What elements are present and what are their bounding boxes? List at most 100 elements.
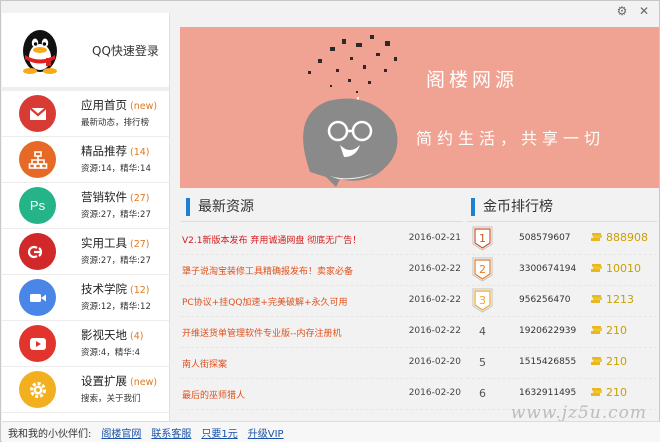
- rank-number: 2: [479, 263, 486, 276]
- footer-link-support[interactable]: 联系客服: [151, 425, 191, 440]
- rank-number: 1: [479, 232, 486, 245]
- rank-number: 6: [479, 387, 486, 400]
- nav-subtitle: 资源:14，精华:14: [81, 163, 151, 174]
- nav-subtitle: 资源:4，精华:4: [81, 347, 141, 358]
- video-icon: [19, 279, 56, 316]
- nav-title: 技术学院: [81, 281, 127, 296]
- nav-subtitle: 资源:12，精华:12: [81, 301, 151, 312]
- rank-score: 10010: [606, 262, 641, 275]
- rank-score: 210: [606, 386, 627, 399]
- nav-item-academy[interactable]: 技术学院 (12) 资源:12，精华:12: [2, 275, 169, 321]
- app-window: ⚙ ✕ QQ快速登录 应用首页 (new) 最新动态，排行榜 精品推荐 (14)…: [0, 0, 660, 442]
- resource-date: 2016-02-20: [408, 388, 461, 398]
- coin-icon: [591, 357, 602, 365]
- resource-title[interactable]: 南人街探案: [182, 357, 227, 370]
- gear-icon: [19, 371, 56, 408]
- resource-date: 2016-02-20: [408, 357, 461, 367]
- footer-link-one-yuan[interactable]: 只要1元: [201, 425, 237, 440]
- resources-heading: 最新资源: [186, 198, 254, 216]
- rank-row: 4 1920622939 210: [467, 317, 657, 348]
- close-icon[interactable]: ✕: [637, 5, 651, 17]
- ranking-divider: [467, 221, 657, 222]
- watermark: www.jz5u.com: [510, 403, 647, 423]
- nav-item-movies[interactable]: 影视天地 (4) 资源:4，精华:4: [2, 321, 169, 367]
- nav-title: 营销软件: [81, 189, 127, 204]
- resource-row[interactable]: 犟子说淘宝装修工具精确报发布！卖家必备 2016-02-22: [181, 255, 463, 286]
- rank-row: 1 508579607 888908: [467, 224, 657, 255]
- qq-login-label: QQ快速登录: [92, 43, 159, 58]
- banner-title: 阁楼网源: [426, 69, 519, 91]
- resource-date: 2016-02-22: [408, 295, 461, 305]
- nav-item-tools[interactable]: 实用工具 (27) 资源:27，精华:27: [2, 229, 169, 275]
- qq-login-button[interactable]: QQ快速登录: [2, 13, 169, 91]
- sidebar: QQ快速登录 应用首页 (new) 最新动态，排行榜 精品推荐 (14) 资源:14…: [2, 13, 170, 421]
- rank-user-id: 1920622939: [519, 326, 577, 336]
- nav-title: 应用首页: [81, 97, 127, 112]
- footer-link-vip[interactable]: 升级VIP: [248, 425, 284, 440]
- resource-row[interactable]: 开维送货单管理软件专业版--内存注册机 2016-02-22: [181, 317, 463, 348]
- resource-row[interactable]: 南人街探案 2016-02-20: [181, 348, 463, 379]
- rank-row: 5 1515426855 210: [467, 348, 657, 379]
- nav-item-recommend[interactable]: 精品推荐 (14) 资源:14，精华:14: [2, 137, 169, 183]
- rank-user-id: 3300674194: [519, 264, 577, 274]
- nav-subtitle: 资源:27，精华:27: [81, 255, 151, 266]
- rank-score: 888908: [606, 231, 648, 244]
- nav-count: (27): [130, 238, 150, 250]
- nav-item-settings[interactable]: 设置扩展 (new) 搜索，关于我们: [2, 367, 169, 413]
- resources-divider: [181, 221, 463, 222]
- ps-icon: Ps: [19, 187, 56, 224]
- resource-title[interactable]: 最后的巫师猎人: [182, 388, 245, 401]
- resource-title[interactable]: PC协议+挂QQ加速+完美破解+永久可用: [182, 295, 348, 308]
- resource-title[interactable]: V2.1新版本发布 弃用诚通网盘 彻底无广告！: [182, 233, 361, 246]
- nav-count: (new): [130, 100, 158, 112]
- banner-slogan: 简约生活，共享一切: [416, 129, 606, 148]
- nav-title: 精品推荐: [81, 143, 127, 158]
- whale-illustration: [303, 35, 398, 187]
- nav-count: (new): [130, 376, 158, 388]
- rank-row: 2 3300674194 10010: [467, 255, 657, 286]
- adobe-cc-icon: [19, 233, 56, 270]
- coin-icon: [591, 264, 602, 272]
- rank-score: 210: [606, 324, 627, 337]
- coin-icon: [591, 233, 602, 241]
- coin-icon: [591, 326, 602, 334]
- ranking-heading: 金币排行榜: [471, 198, 553, 216]
- rank-row: 3 956256470 1213: [467, 286, 657, 317]
- resource-title[interactable]: 开维送货单管理软件专业版--内存注册机: [182, 326, 342, 339]
- mail-icon: [19, 95, 56, 132]
- qq-penguin-icon: [23, 30, 57, 74]
- rank-score: 1213: [606, 293, 634, 306]
- rank-user-id: 1632911495: [519, 388, 577, 398]
- resource-date: 2016-02-22: [408, 326, 461, 336]
- resource-row[interactable]: 最后的巫师猎人 2016-02-20: [181, 379, 463, 410]
- banner[interactable]: 阁楼网源 简约生活，共享一切: [180, 27, 659, 188]
- nav-item-marketing[interactable]: Ps 营销软件 (27) 资源:27，精华:27: [2, 183, 169, 229]
- coin-icon: [591, 388, 602, 396]
- rank-number: 3: [479, 294, 486, 307]
- resource-row[interactable]: PC协议+挂QQ加速+完美破解+永久可用 2016-02-22: [181, 286, 463, 317]
- nav-title: 影视天地: [81, 327, 127, 342]
- nav-item-home[interactable]: 应用首页 (new) 最新动态，排行榜: [2, 91, 169, 137]
- nav-count: (14): [130, 146, 150, 158]
- nav-count: (27): [130, 192, 150, 204]
- nav-count: (4): [130, 330, 144, 342]
- rank-number: 5: [479, 356, 486, 369]
- footer-label: 我和我的小伙伴们:: [8, 428, 92, 440]
- rank-user-id: 1515426855: [519, 357, 577, 367]
- footer-link-official[interactable]: 阁楼官网: [101, 425, 141, 440]
- sitemap-icon: [19, 141, 56, 178]
- rank-number: 4: [479, 325, 486, 338]
- resource-date: 2016-02-21: [408, 233, 461, 243]
- nav-subtitle: 资源:27，精华:27: [81, 209, 151, 220]
- coin-icon: [591, 295, 602, 303]
- rank-score: 210: [606, 355, 627, 368]
- settings-icon[interactable]: ⚙: [615, 5, 629, 17]
- rank-user-id: 956256470: [519, 295, 571, 305]
- nav-subtitle: 搜索，关于我们: [81, 393, 141, 404]
- resource-row[interactable]: V2.1新版本发布 弃用诚通网盘 彻底无广告！ 2016-02-21: [181, 224, 463, 255]
- rank-user-id: 508579607: [519, 233, 571, 243]
- footer-bar: 我和我的小伙伴们: 阁楼官网 联系客服 只要1元 升级VIP: [2, 421, 660, 442]
- play-icon: [19, 325, 56, 362]
- nav-count: (12): [130, 284, 150, 296]
- resource-title[interactable]: 犟子说淘宝装修工具精确报发布！卖家必备: [182, 264, 353, 277]
